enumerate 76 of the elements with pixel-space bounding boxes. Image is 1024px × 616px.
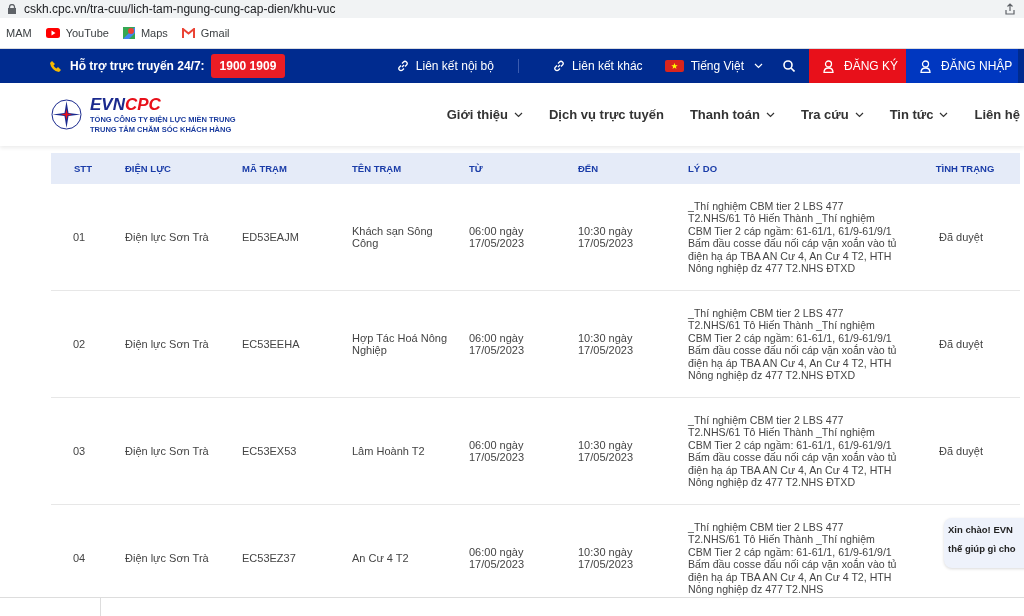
bookmark[interactable]: YouTube xyxy=(45,27,109,39)
bookmark[interactable]: MAM xyxy=(6,27,32,39)
nav-item[interactable]: Tin tức xyxy=(889,107,949,122)
flag-icon xyxy=(664,60,684,72)
bookmark[interactable]: Maps xyxy=(122,27,168,39)
internal-links[interactable]: Liên kết nội bộ xyxy=(396,59,494,73)
mail-icon xyxy=(181,28,195,38)
table-cell-text: Điện lực Sơn Trà xyxy=(124,551,210,565)
column-header: TỪ xyxy=(468,163,484,174)
table-cell-text: _Thí nghiệm CBM tier 2 LBS 477 T2.NHS/61 Tô Hiến Thành _Thí nghiệm CBM Tier 2 cáp ngầm: 61-61/1, 61/9-61/9/1 Bấm đầu cosse đấu nối cáp vặn xoắn vào tủ điện hạ áp TBA AN Cư 4, An Cư 4 T2, HTH Nông nghiệp đz 477 T2.NHS ĐTXD xyxy=(687,306,898,382)
table-cell-text: 03 xyxy=(71,444,87,458)
address-bar[interactable]: cskh.cpc.vn/tra-cuu/lich-tam-ngung-cung-cap-dien/khu-vuc xyxy=(0,0,1024,18)
table-cell-text: 10:30 ngày 17/05/2023 xyxy=(577,331,635,357)
table-cell-text: 01 xyxy=(71,230,87,244)
column-header: TÊN TRẠM xyxy=(351,163,403,174)
chat-message: Xin chào! EVN xyxy=(948,524,1014,535)
table-cell-text: Điện lực Sơn Trà xyxy=(124,444,210,458)
table-cell-text: 06:00 ngày 17/05/2023 xyxy=(468,224,526,250)
nav-item[interactable]: Liên hệ xyxy=(974,107,1020,122)
table-cell-text: Khách sạn Sông Công xyxy=(351,224,434,250)
column-header: TÌNH TRẠNG xyxy=(934,163,996,174)
table-cell-text: Điện lực Sơn Trà xyxy=(124,230,210,244)
chat-message: thế giúp gì cho xyxy=(948,543,1017,554)
share-icon[interactable] xyxy=(1004,3,1016,15)
table-cell-text: ED53EAJM xyxy=(241,230,300,244)
bookmark[interactable]: Gmail xyxy=(181,27,230,39)
play-icon xyxy=(45,28,60,38)
table-cell-text: EC53EEHA xyxy=(241,337,301,351)
logo-text: EVNCPC xyxy=(90,94,162,115)
table-cell-text: 10:30 ngày 17/05/2023 xyxy=(577,438,635,464)
lock-icon xyxy=(8,4,16,14)
nav-item[interactable]: Dịch vụ trực tuyến xyxy=(549,107,664,122)
table-cell-text: 02 xyxy=(71,337,87,351)
table-cell-text: Điện lực Sơn Trà xyxy=(124,337,210,351)
table-cell-text: _Thí nghiệm CBM tier 2 LBS 477 T2.NHS/61 Tô Hiến Thành _Thí nghiệm CBM Tier 2 cáp ngầm: 61-61/1, 61/9-61/9/1 Bấm đầu cosse đấu nối cáp vặn xoắn vào tủ điện hạ áp TBA AN Cư 4, An Cư 4 T2, HTH Nông nghiệp đz 477 T2.NHS ĐTXD xyxy=(687,199,898,275)
user-icon xyxy=(920,59,931,73)
other-links[interactable]: Liên kết khác xyxy=(552,59,643,73)
table-cell-text: 06:00 ngày 17/05/2023 xyxy=(468,438,526,464)
phone-icon xyxy=(50,60,62,72)
search-icon[interactable] xyxy=(783,60,795,72)
column-header: ĐẾN xyxy=(577,163,600,174)
table-cell-text: EC53EZ37 xyxy=(241,551,297,565)
chevron-down-icon xyxy=(754,63,763,69)
table-cell-text: Lâm Hoành T2 xyxy=(351,444,426,458)
user-icon xyxy=(823,59,834,73)
column-header: LÝ DO xyxy=(687,163,719,174)
link-icon xyxy=(552,60,565,72)
table-cell-text: _Thí nghiệm CBM tier 2 LBS 477 T2.NHS/61 Tô Hiến Thành _Thí nghiệm CBM Tier 2 cáp ngầm: 61-61/1, 61/9-61/9/1 Bấm đầu cosse đấu nối cáp vặn xoắn vào tủ điện hạ áp TBA AN Cư 4, An Cư 4 T2, HTH Nông nghiệp đz 477 T2.NHS xyxy=(687,520,898,596)
url-text: cskh.cpc.vn/tra-cuu/lich-tam-ngung-cung-cap-dien/khu-vuc xyxy=(24,2,337,16)
table-cell-text: _Thí nghiệm CBM tier 2 LBS 477 T2.NHS/61 Tô Hiến Thành _Thí nghiệm CBM Tier 2 cáp ngầm: 61-61/1, 61/9-61/9/1 Bấm đầu cosse đấu nối cáp vặn xoắn vào tủ điện hạ áp TBA AN Cư 4, An Cư 4 T2, HTH Nông nghiệp đz 477 T2.NHS ĐTXD xyxy=(687,413,898,489)
hotline-badge[interactable]: 1900 1909 xyxy=(210,54,286,78)
login-button[interactable]: ĐĂNG NHẬP xyxy=(906,49,1018,83)
column-header: MÃ TRẠM xyxy=(241,163,288,174)
table-cell-text: Đã duyệt xyxy=(938,444,984,458)
table-cell-text: 10:30 ngày 17/05/2023 xyxy=(577,545,635,571)
table-cell-text: EC53EX53 xyxy=(241,444,298,458)
table-cell-text: 06:00 ngày 17/05/2023 xyxy=(468,331,526,357)
table-cell-text: Đã duyệt xyxy=(938,337,984,351)
column-header: ĐIỆN LỰC xyxy=(124,163,172,174)
chat-bubble[interactable]: Xin chào! EVN thế giúp gì cho xyxy=(944,518,1024,568)
register-button[interactable]: ĐĂNG KÝ xyxy=(809,49,906,83)
link-icon xyxy=(396,60,409,72)
logo-icon xyxy=(51,99,82,130)
column-header: STT xyxy=(73,163,93,174)
language-select[interactable]: Tiếng Việt xyxy=(690,59,763,73)
nav-item[interactable]: Tra cứu xyxy=(800,107,864,122)
table-cell-text: 10:30 ngày 17/05/2023 xyxy=(577,224,635,250)
map-pin-icon xyxy=(122,27,135,39)
table-cell-text: An Cư 4 T2 xyxy=(351,551,410,565)
table-cell-text: 04 xyxy=(71,551,87,565)
table-cell-text: 06:00 ngày 17/05/2023 xyxy=(468,545,526,571)
support-label: Hỗ trợ trực truyến 24/7: xyxy=(70,59,205,73)
nav-item[interactable]: Giới thiệu xyxy=(446,107,523,122)
table-cell-text: Đã duyệt xyxy=(938,230,984,244)
table-cell-text: Hợp Tác Hoá Nông Nghiệp xyxy=(351,331,449,357)
nav-item[interactable]: Thanh toán xyxy=(689,107,775,122)
